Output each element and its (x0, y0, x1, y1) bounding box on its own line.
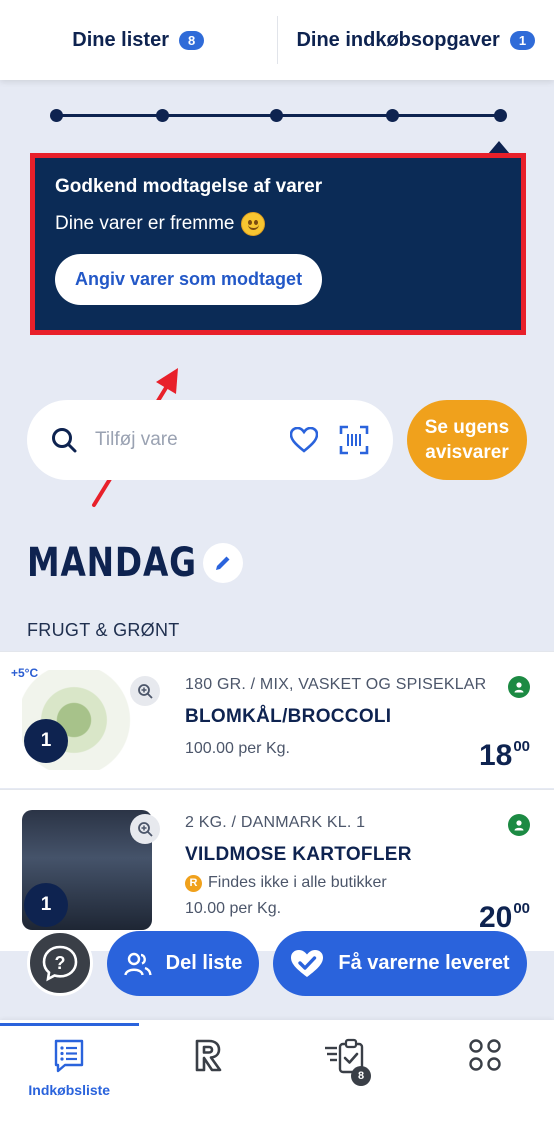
offers-line-1: Se ugens (424, 417, 510, 438)
person-icon[interactable] (508, 814, 530, 836)
offers-line-2: avisvarer (425, 442, 509, 463)
heart-check-icon (291, 949, 324, 977)
product-size: 2 KG. / DANMARK KL. 1 (185, 814, 366, 831)
notice-title: Godkend modtagelse af varer (55, 176, 323, 197)
help-question-icon: ? (42, 945, 78, 982)
product-size: 180 GR. / MIX, VASKET OG SPISEKLAR (185, 676, 487, 693)
price-whole: 20 (478, 901, 513, 934)
nav-rema[interactable] (139, 1020, 278, 1130)
favorites-heart-icon[interactable] (287, 423, 321, 457)
step-dot-1 (50, 109, 63, 122)
pencil-icon (216, 556, 230, 570)
rema-r-icon (195, 1039, 222, 1072)
step-dot-2 (156, 109, 169, 122)
shopping-list-icon (55, 1039, 84, 1073)
people-icon (123, 952, 152, 975)
tab-indkobsopgaver[interactable]: Dine indkøbsopgaver 1 (276, 16, 554, 64)
category-heading: FRUGT & GRØNT (27, 620, 180, 640)
tab-dine-lister[interactable]: Dine lister 8 (0, 0, 277, 80)
zoom-icon[interactable] (130, 676, 160, 706)
search-icon (52, 428, 77, 453)
bottom-navigation: Indkøbsliste 8 (0, 1020, 554, 1130)
nav-label: Indkøbsliste (28, 1082, 111, 1098)
weekly-offers-button[interactable]: Se ugens avisvarer (407, 400, 527, 480)
notice-message: Dine varer er fremme (55, 213, 235, 234)
search-input[interactable]: Tilføj vare (95, 429, 271, 451)
mark-received-button[interactable]: Angiv varer som modtaget (55, 254, 323, 305)
unit-price: 100.00 per Kg. (185, 740, 290, 757)
edit-day-button[interactable] (203, 543, 243, 583)
notice-message-row: Dine varer er fremme (55, 212, 501, 236)
day-heading: MANDAG (27, 540, 243, 586)
product-row[interactable]: +5°C 1 180 GR. / MIX, VASKET OG SPISEKLA… (0, 651, 554, 788)
step-dot-3 (270, 109, 283, 122)
product-name: VILDMOSE KARTOFLER (185, 844, 412, 865)
tab-label: Dine lister (72, 28, 169, 51)
price-cents: 00 (513, 738, 530, 755)
top-tab-bar: Dine lister 8 Dine indkøbsopgaver 1 (0, 0, 554, 80)
availability-note: R Findes ikke i alle butikker (185, 874, 505, 892)
tab-label: Dine indkøbsopgaver (296, 28, 500, 51)
search-bar[interactable]: Tilføj vare (27, 400, 393, 480)
svg-text:?: ? (55, 953, 66, 973)
nav-more[interactable] (416, 1020, 554, 1130)
step-dot-5 (494, 109, 507, 122)
rema-r-badge-icon: R (185, 874, 202, 892)
price: 2000 (479, 900, 530, 935)
share-list-label: Del liste (165, 952, 243, 974)
product-row[interactable]: 1 2 KG. / DANMARK KL. 1 VILDMOSE KARTOFL… (0, 789, 554, 951)
price-whole: 18 (478, 739, 513, 772)
quantity-badge[interactable]: 1 (24, 719, 68, 763)
smiley-emoji-icon (240, 212, 265, 236)
count-badge: 8 (178, 30, 205, 50)
quantity-badge[interactable]: 1 (24, 883, 68, 927)
receive-goods-notice: Godkend modtagelse af varer Dine varer e… (30, 153, 526, 335)
nav-shopping-list[interactable]: Indkøbsliste (0, 1020, 139, 1130)
tasks-count-badge: 8 (351, 1066, 371, 1086)
share-list-button[interactable]: Del liste (107, 931, 259, 996)
more-grid-icon (469, 1039, 501, 1071)
person-icon[interactable] (508, 676, 530, 698)
barcode-scan-icon[interactable] (337, 423, 371, 457)
product-info: 2 KG. / DANMARK KL. 1 VILDMOSE KARTOFLER… (185, 814, 505, 918)
unit-price: 10.00 per Kg. (185, 900, 282, 917)
price-cents: 00 (513, 900, 530, 917)
get-delivered-button[interactable]: Få varerne leveret (273, 931, 527, 996)
product-name: BLOMKÅL/BROCCOLI (185, 706, 392, 727)
step-dot-4 (386, 109, 399, 122)
price: 1800 (479, 738, 530, 773)
get-delivered-label: Få varerne leveret (338, 952, 510, 974)
product-info: 180 GR. / MIX, VASKET OG SPISEKLAR BLOMK… (185, 676, 505, 758)
availability-text: Findes ikke i alle butikker (208, 874, 387, 891)
help-button[interactable]: ? (27, 930, 93, 996)
zoom-icon[interactable] (130, 814, 160, 844)
progress-stepper (50, 106, 507, 126)
nav-tasks[interactable]: 8 (277, 1020, 416, 1130)
count-badge: 1 (509, 30, 536, 50)
day-name: MANDAG (27, 540, 197, 586)
